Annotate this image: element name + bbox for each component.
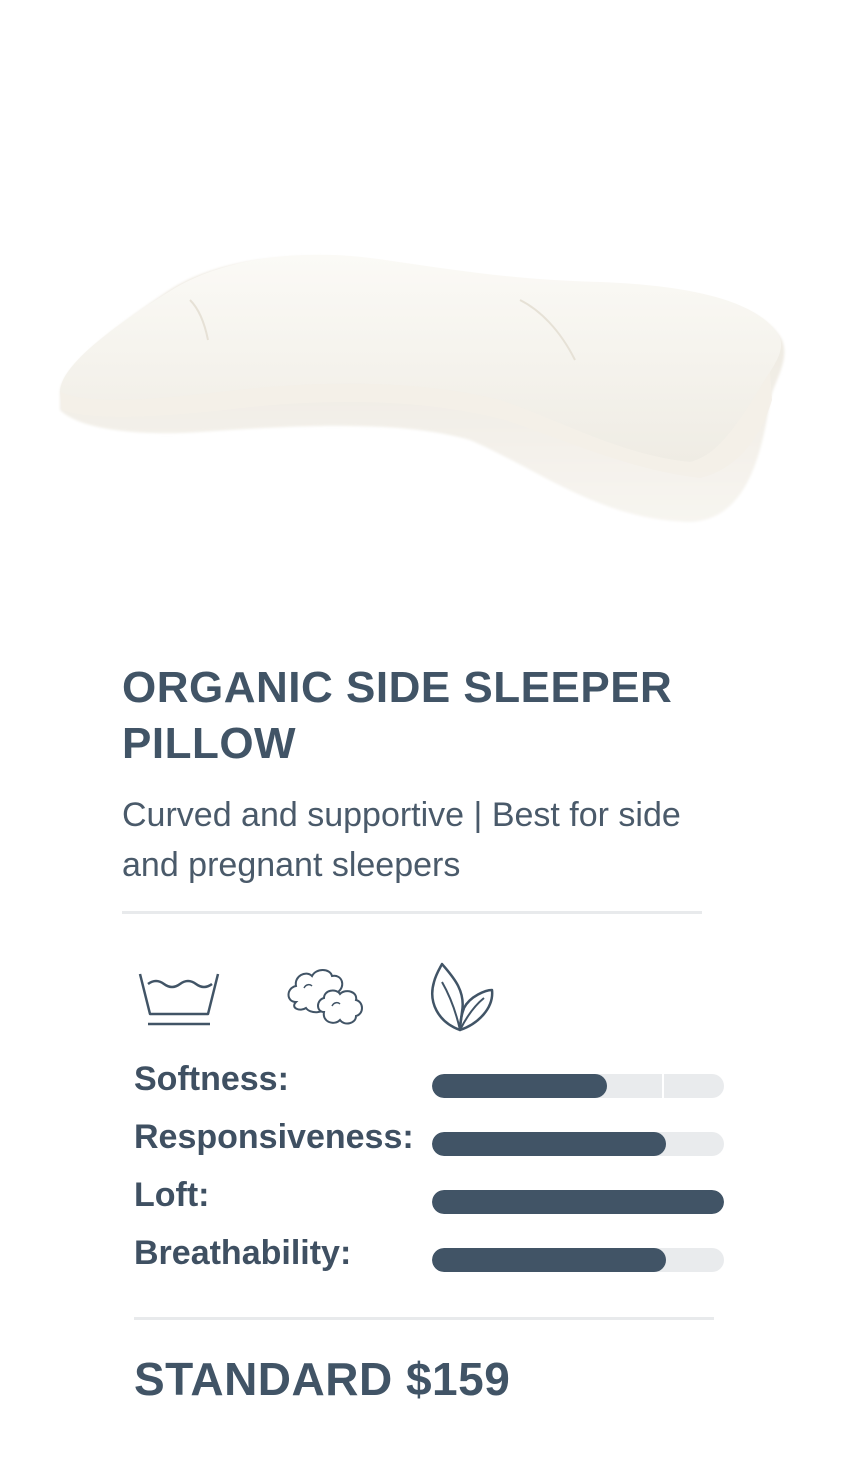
feature-icons [134,962,514,1034]
rating-bar-fill [432,1190,724,1214]
cotton-fill-icon [284,962,370,1039]
rating-row-loft: Loft: [134,1172,734,1230]
rating-label: Softness: [134,1060,289,1098]
rating-bar-fill [432,1132,666,1156]
rating-bar-fill [432,1248,666,1272]
rating-bar-fill [432,1074,608,1098]
product-image [0,0,850,640]
divider [134,1317,714,1320]
organic-leaf-icon [426,962,506,1039]
product-title: ORGANIC SIDE SLEEPER PILLOW [122,663,673,768]
rating-label: Loft: [134,1176,210,1214]
rating-row-responsiveness: Responsiveness: [134,1114,734,1172]
rating-bar-track [432,1190,724,1214]
washable-icon [134,962,224,1039]
ratings-list: Softness: Responsiveness: Loft: Breathab… [134,1056,734,1288]
rating-label: Responsiveness: [134,1118,414,1156]
rating-label: Breathability: [134,1234,352,1272]
product-subtitle: Curved and supportive | Best for side an… [122,796,681,884]
divider [122,911,702,914]
rating-row-breathability: Breathability: [134,1230,734,1288]
rating-row-softness: Softness: [134,1056,734,1114]
price-label: STANDARD $159 [134,1353,511,1405]
rating-bar-track [432,1132,724,1156]
pillow-illustration [59,254,785,522]
rating-bar-track [432,1074,724,1098]
rating-bar-segment-divider [662,1074,664,1098]
rating-bar-track [432,1248,724,1272]
